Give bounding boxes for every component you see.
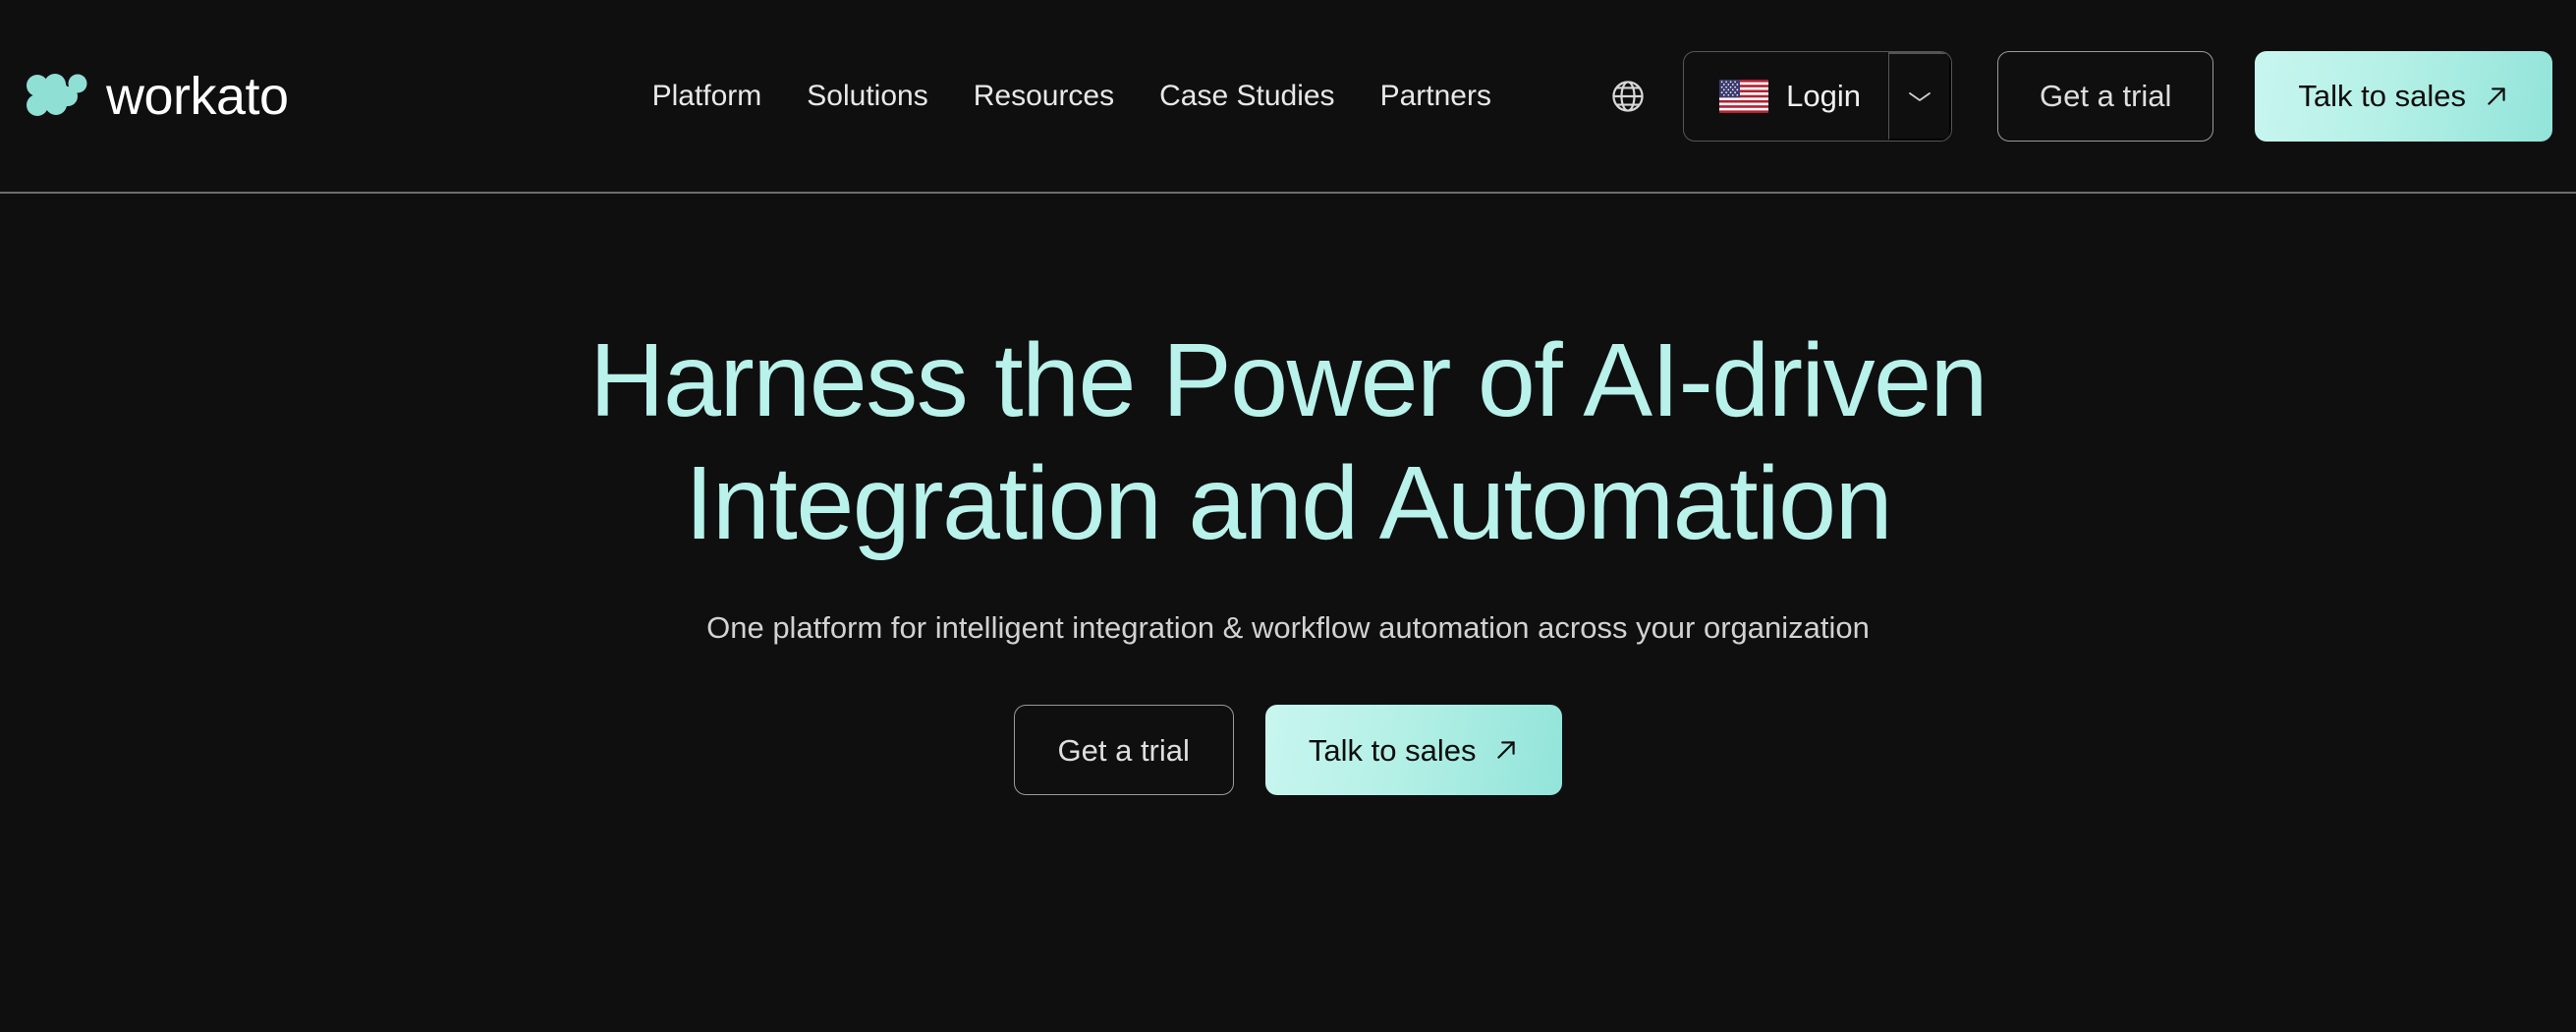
hero-get-a-trial-button[interactable]: Get a trial <box>1013 705 1234 796</box>
login-control: Login <box>1683 50 1953 142</box>
language-globe-button[interactable] <box>1600 69 1655 124</box>
header-talk-to-sales-button[interactable]: Talk to sales <box>2255 50 2552 142</box>
globe-icon <box>1612 80 1644 112</box>
chevron-down-icon <box>1908 91 1931 101</box>
header-get-a-trial-label: Get a trial <box>2040 79 2172 113</box>
header-actions: Login Get a trial Talk to sales <box>1600 50 2552 142</box>
login-button[interactable]: Login <box>1684 52 1888 141</box>
arrow-up-right-icon <box>1497 741 1516 760</box>
login-label: Login <box>1786 79 1862 113</box>
header-talk-to-sales-label: Talk to sales <box>2298 79 2466 113</box>
login-dropdown-toggle[interactable] <box>1888 51 1952 141</box>
primary-navigation: Platform Solutions Resources Case Studie… <box>652 81 1491 111</box>
arrow-up-right-icon <box>2488 86 2505 105</box>
hero-talk-to-sales-button[interactable]: Talk to sales <box>1264 705 1563 796</box>
site-header: workato Platform Solutions Resources Cas… <box>0 0 2576 194</box>
hero-title-line-2: Integration and Automation <box>684 445 1893 562</box>
hero-talk-to-sales-label: Talk to sales <box>1308 732 1477 768</box>
nav-item-solutions[interactable]: Solutions <box>807 81 927 111</box>
header-get-a-trial-button[interactable]: Get a trial <box>1997 50 2214 142</box>
hero-section: Harness the Power of AI-driven Integrati… <box>0 194 2576 1032</box>
page-title: Harness the Power of AI-driven Integrati… <box>588 319 1988 565</box>
nav-item-case-studies[interactable]: Case Studies <box>1159 81 1334 111</box>
hero-cta-group: Get a trial Talk to sales <box>1013 705 1563 796</box>
brand-logo-link[interactable]: workato <box>26 70 289 123</box>
hero-subtitle: One platform for intelligent integration… <box>706 610 1870 646</box>
us-flag-icon <box>1719 79 1769 113</box>
nav-item-partners[interactable]: Partners <box>1380 81 1491 111</box>
brand-name: workato <box>106 66 289 126</box>
nav-item-platform[interactable]: Platform <box>652 81 762 111</box>
workato-w-logo-icon <box>27 73 87 116</box>
hero-get-a-trial-label: Get a trial <box>1057 732 1190 768</box>
nav-item-resources[interactable]: Resources <box>974 81 1114 111</box>
hero-title-line-1: Harness the Power of AI-driven <box>588 322 1988 438</box>
